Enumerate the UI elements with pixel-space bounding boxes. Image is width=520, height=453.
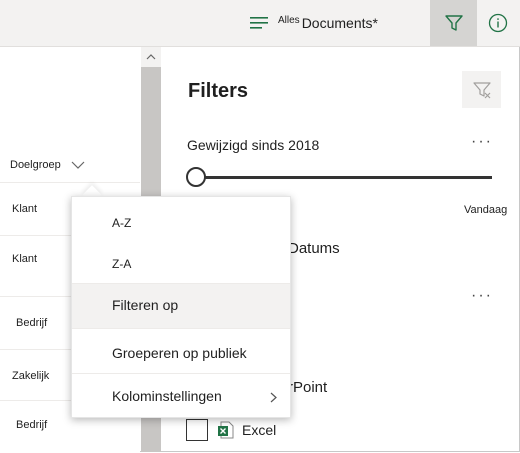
menu-item-label: Filteren op — [112, 297, 179, 313]
menu-item-group-by[interactable]: Groeperen op publiek — [72, 337, 290, 369]
clear-filter-icon — [472, 81, 491, 98]
more-options-icon[interactable]: ··· — [471, 287, 493, 305]
menu-item-label: A-Z — [112, 216, 132, 230]
filter-pane-button[interactable] — [430, 0, 477, 46]
view-prefix: Alles — [278, 14, 300, 26]
view-list-icon — [250, 17, 268, 29]
menu-item-label: Z-A — [112, 257, 132, 271]
slider-end-label: Vandaag — [464, 204, 508, 216]
menu-item-filter-by[interactable]: Filteren op — [72, 284, 290, 328]
filetype-option-excel[interactable]: Excel — [186, 419, 276, 441]
column-header-label: Doelgroep — [10, 159, 61, 171]
dates-section-label: Datums — [288, 240, 340, 257]
filter-icon — [444, 15, 463, 31]
clear-filters-button[interactable] — [462, 71, 501, 108]
info-icon — [488, 13, 508, 33]
command-bar: Alles Documents* — [0, 0, 520, 47]
view-switcher[interactable]: Alles Documents* — [250, 9, 378, 37]
view-name: Documents* — [301, 15, 378, 31]
menu-item-sort-asc[interactable]: A-Z — [72, 209, 290, 239]
scroll-up-button[interactable] — [141, 47, 161, 67]
menu-item-label: Groeperen op publiek — [112, 345, 247, 361]
menu-item-column-settings[interactable]: Kolominstellingen — [72, 381, 290, 413]
menu-divider — [72, 373, 290, 374]
column-header-doelgroep[interactable]: Doelgroep — [10, 159, 85, 171]
menu-item-label: Kolominstellingen — [112, 388, 222, 404]
more-options-icon[interactable]: ··· — [471, 133, 493, 151]
excel-label: Excel — [242, 422, 277, 438]
menu-item-sort-desc[interactable]: Z-A — [72, 249, 290, 279]
info-button[interactable] — [486, 11, 510, 35]
column-context-menu: A-Z Z-A Filteren op Groeperen op publiek… — [71, 196, 291, 418]
row-cell: Bedrijf — [16, 317, 48, 329]
excel-file-icon — [218, 421, 234, 439]
chevron-right-icon — [270, 392, 277, 403]
menu-divider — [72, 328, 290, 329]
filetype-option-powerpoint: rPoint — [288, 379, 328, 396]
date-slider-track[interactable] — [189, 176, 492, 179]
row-cell: Klant — [12, 253, 38, 265]
date-slider-thumb[interactable] — [186, 167, 206, 187]
row-cell: Bedrijf — [16, 419, 48, 431]
row-cell: Klant — [12, 203, 38, 215]
chevron-down-icon — [71, 161, 85, 169]
pane-title: Filters — [188, 80, 249, 102]
excel-checkbox[interactable] — [186, 419, 208, 441]
modified-section-title: Gewijzigd sinds 2018 — [187, 137, 320, 153]
chevron-up-icon — [146, 54, 156, 60]
row-cell: Zakelijk — [12, 370, 50, 382]
